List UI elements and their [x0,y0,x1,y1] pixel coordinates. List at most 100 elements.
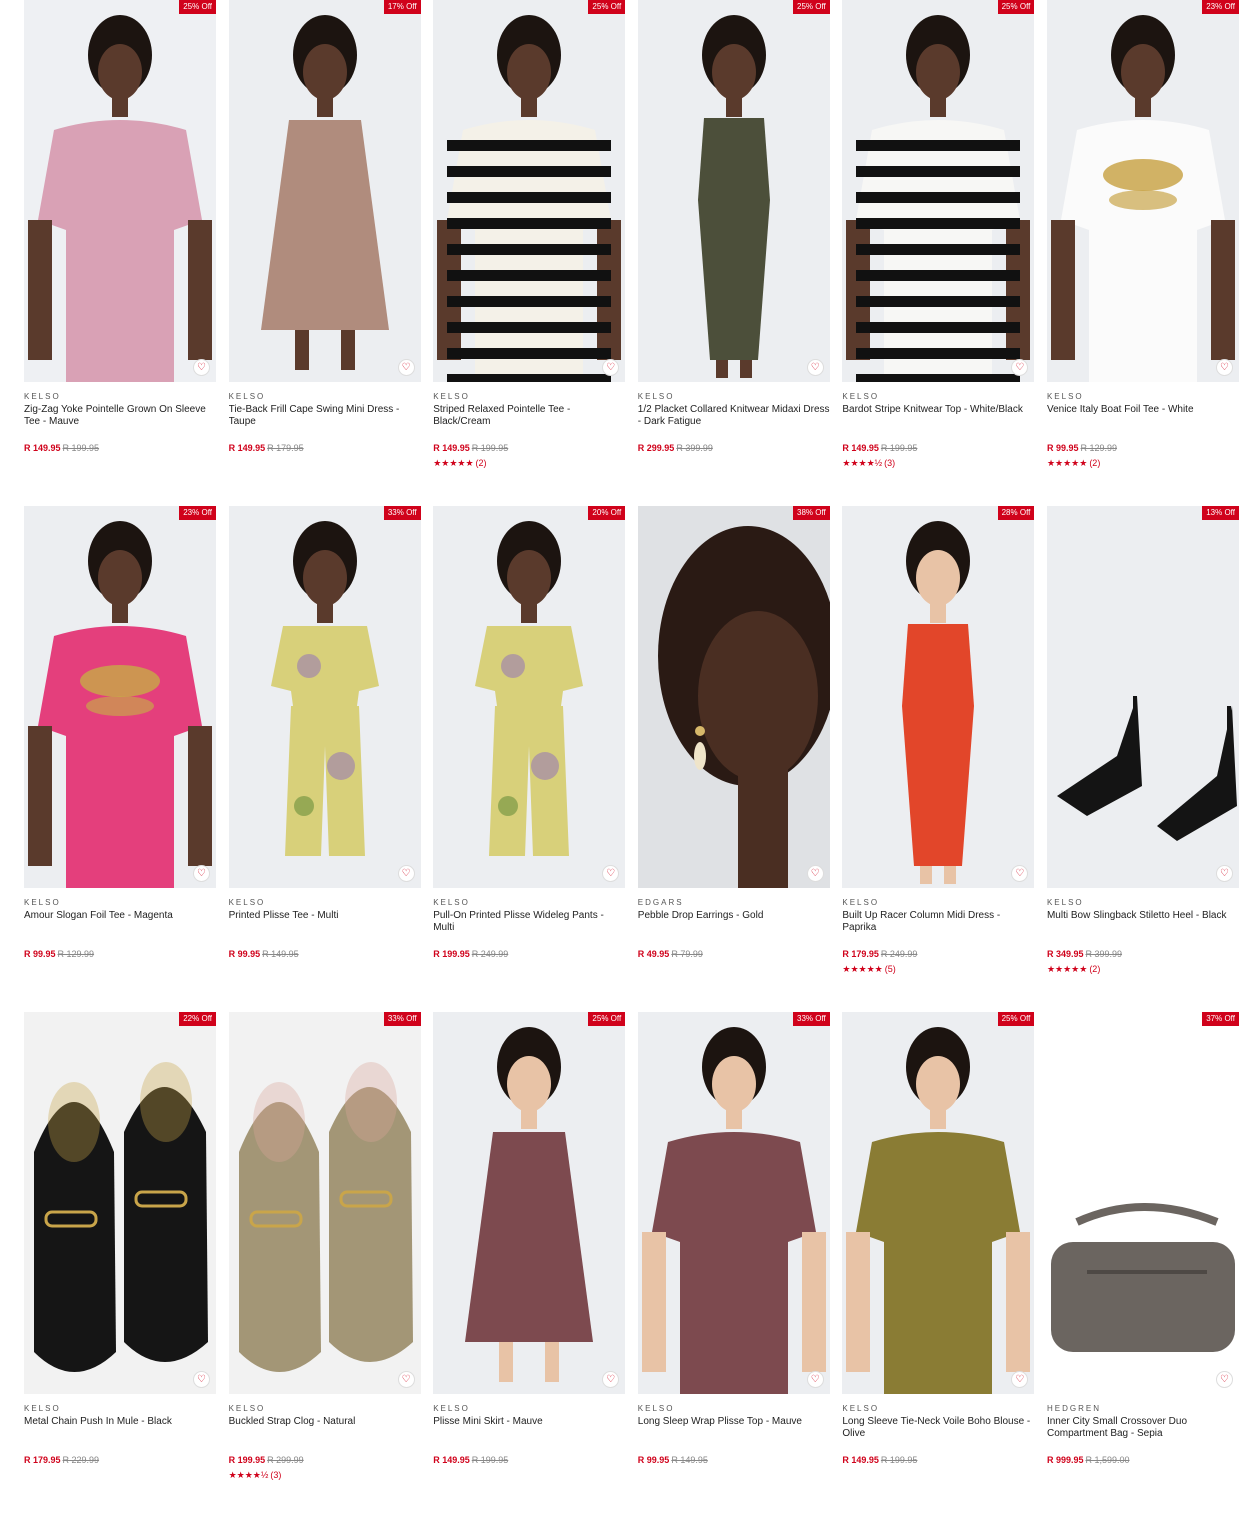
product-name-link[interactable]: Pull-On Printed Plisse Wideleg Pants - M… [433,910,625,944]
product-image[interactable]: 22% Off ♡ [24,1012,216,1394]
product-image[interactable]: 33% Off ♡ [637,1012,830,1394]
current-price: R 149.95 [842,443,879,453]
wishlist-heart-icon[interactable]: ♡ [397,865,415,882]
wishlist-heart-icon[interactable]: ♡ [397,359,415,376]
product-image[interactable]: 23% Off ♡ [24,506,216,888]
wishlist-heart-icon[interactable]: ♡ [1215,865,1233,882]
wishlist-heart-icon[interactable]: ♡ [1215,1371,1233,1388]
product-image[interactable]: 25% Off ♡ [433,0,626,382]
product-name-link[interactable]: Long Sleeve Tie-Neck Voile Boho Blouse -… [842,1416,1034,1450]
current-price: R 179.95 [24,1455,61,1465]
product-name-link[interactable]: Tie-Back Frill Cape Swing Mini Dress - T… [229,404,421,438]
product-name-link[interactable]: Printed Plisse Tee - Multi [229,910,421,944]
review-count: (2) [1089,964,1101,974]
price-row: R 149.95 R 199.95 [433,1450,625,1468]
product-card[interactable]: 23% Off ♡ KELSO Amour Slogan Foil Tee - Mag… [24,506,216,1012]
product-card[interactable]: 25% Off ♡ KELSO Bardot Stripe Knitwear Top … [842,0,1035,506]
price-row: R 49.95 R 79.99 [638,944,830,962]
original-price: R 199.95 [62,443,100,453]
current-price: R 999.95 [1046,1455,1084,1465]
star-rating: ★★★★★ (2) [1047,458,1239,470]
product-card[interactable]: 23% Off ♡ KELSO Venice Italy Boat Foil Tee … [1046,0,1239,506]
star-rating: ★★★★★ (2) [1047,964,1239,976]
wishlist-heart-icon[interactable]: ♡ [193,1371,210,1388]
wishlist-heart-icon[interactable]: ♡ [806,865,824,882]
product-card[interactable]: 38% Off ♡ EDGARS Pebble Drop Earrings - Gol… [637,506,830,1012]
product-name-link[interactable]: Amour Slogan Foil Tee - Magenta [24,910,216,944]
product-name-link[interactable]: Plisse Mini Skirt - Mauve [433,1416,625,1450]
product-name-link[interactable]: Bardot Stripe Knitwear Top - White/Black [842,404,1034,438]
product-name-link[interactable]: Long Sleep Wrap Plisse Top - Mauve [638,1416,830,1450]
price-row: R 349.95 R 399.99 [1047,944,1239,962]
discount-badge: 25% Off [793,0,830,14]
wishlist-heart-icon[interactable]: ♡ [193,359,210,376]
product-card[interactable]: 33% Off ♡ KELSO Printed Plisse Tee - Multi R… [228,506,421,1012]
current-price: R 299.95 [637,443,675,453]
product-image[interactable]: 20% Off ♡ [433,506,626,888]
review-count: (3) [884,458,896,468]
price-row: R 149.95 R 179.95 [229,438,421,456]
product-card[interactable]: 17% Off ♡ KELSO Tie-Back Frill Cape Swing M… [228,0,421,506]
wishlist-heart-icon[interactable]: ♡ [397,1371,415,1388]
discount-badge: 33% Off [383,1012,421,1026]
product-card[interactable]: 37% Off ♡ HEDGREN Inner City Small Crossove… [1046,1012,1239,1518]
product-name-link[interactable]: Built Up Racer Column Midi Dress - Papri… [842,910,1034,944]
product-brand: KELSO [228,392,266,401]
rating-stars-icon: ★★★★½ [228,1470,269,1480]
product-name-link[interactable]: Pebble Drop Earrings - Gold [638,910,830,944]
product-name-link[interactable]: Striped Relaxed Pointelle Tee - Black/Cr… [433,404,625,438]
product-name-link[interactable]: Venice Italy Boat Foil Tee - White [1047,404,1239,438]
wishlist-heart-icon[interactable]: ♡ [806,1371,824,1388]
product-image[interactable]: 25% Off ♡ [842,1012,1035,1394]
product-card[interactable]: 20% Off ♡ KELSO Pull-On Printed Plisse Wide… [433,506,626,1012]
product-card[interactable]: 28% Off ♡ KELSO Built Up Racer Column Midi … [842,506,1035,1012]
product-card[interactable]: 25% Off ♡ KELSO Striped Relaxed Pointelle T… [433,0,626,506]
product-card[interactable]: 13% Off ♡ KELSO Multi Bow Slingback Stilett… [1046,506,1239,1012]
product-brand: KELSO [228,1404,266,1413]
product-image[interactable]: 25% Off ♡ [637,0,830,382]
original-price: R 249.99 [471,949,509,959]
product-image[interactable]: 13% Off ♡ [1046,506,1239,888]
rating-stars-icon: ★★★★½ [842,458,883,468]
price-row: R 149.95 R 199.95 [842,1450,1034,1468]
product-brand: KELSO [1046,392,1084,401]
product-image[interactable]: 38% Off ♡ [637,506,830,888]
product-card[interactable]: 25% Off ♡ KELSO 1/2 Placket Collared Knitwe… [637,0,830,506]
product-name-link[interactable]: Inner City Small Crossover Duo Compartme… [1047,1416,1239,1450]
wishlist-heart-icon[interactable]: ♡ [1215,359,1233,376]
product-name-link[interactable]: Metal Chain Push In Mule - Black [24,1416,216,1450]
current-price: R 99.95 [228,949,261,959]
product-name-link[interactable]: Buckled Strap Clog - Natural [229,1416,421,1450]
product-brand: KELSO [637,392,675,401]
product-card[interactable]: 25% Off ♡ KELSO Zig-Zag Yoke Pointelle Grow… [24,0,216,506]
product-card[interactable]: 33% Off ♡ KELSO Long Sleep Wrap Plisse Top … [637,1012,830,1518]
product-image[interactable]: 25% Off ♡ [24,0,216,382]
wishlist-heart-icon[interactable]: ♡ [806,359,824,376]
product-brand: KELSO [24,392,61,401]
product-name-link[interactable]: 1/2 Placket Collared Knitwear Midaxi Dre… [638,404,830,438]
price-row: R 179.95 R 249.99 [842,944,1034,962]
product-image[interactable]: 37% Off ♡ [1046,1012,1239,1394]
current-price: R 199.95 [228,1455,266,1465]
product-name-link[interactable]: Zig-Zag Yoke Pointelle Grown On Sleeve T… [24,404,216,438]
star-rating [24,1470,216,1482]
product-image[interactable]: 33% Off ♡ [228,1012,421,1394]
product-image[interactable]: 33% Off ♡ [228,506,421,888]
price-row: R 299.95 R 399.99 [638,438,830,456]
product-brand: KELSO [433,1404,470,1413]
product-image[interactable]: 28% Off ♡ [842,506,1035,888]
current-price: R 149.95 [842,1455,879,1465]
product-card[interactable]: 33% Off ♡ KELSO Buckled Strap Clog - Natura… [228,1012,421,1518]
wishlist-heart-icon[interactable]: ♡ [193,865,210,882]
product-card[interactable]: 22% Off ♡ KELSO Metal Chain Push In Mule - … [24,1012,216,1518]
product-image[interactable]: 23% Off ♡ [1046,0,1239,382]
product-image[interactable]: 25% Off ♡ [433,1012,626,1394]
product-card[interactable]: 25% Off ♡ KELSO Plisse Mini Skirt - Mauve R … [433,1012,626,1518]
discount-badge: 17% Off [383,0,421,14]
star-rating: ★★★★½ (3) [842,458,1034,470]
product-card[interactable]: 25% Off ♡ KELSO Long Sleeve Tie-Neck Voile … [842,1012,1035,1518]
product-name-link[interactable]: Multi Bow Slingback Stiletto Heel - Blac… [1047,910,1239,944]
product-image[interactable]: 25% Off ♡ [842,0,1035,382]
rating-stars-icon: ★★★★★ [842,964,883,974]
product-image[interactable]: 17% Off ♡ [228,0,421,382]
